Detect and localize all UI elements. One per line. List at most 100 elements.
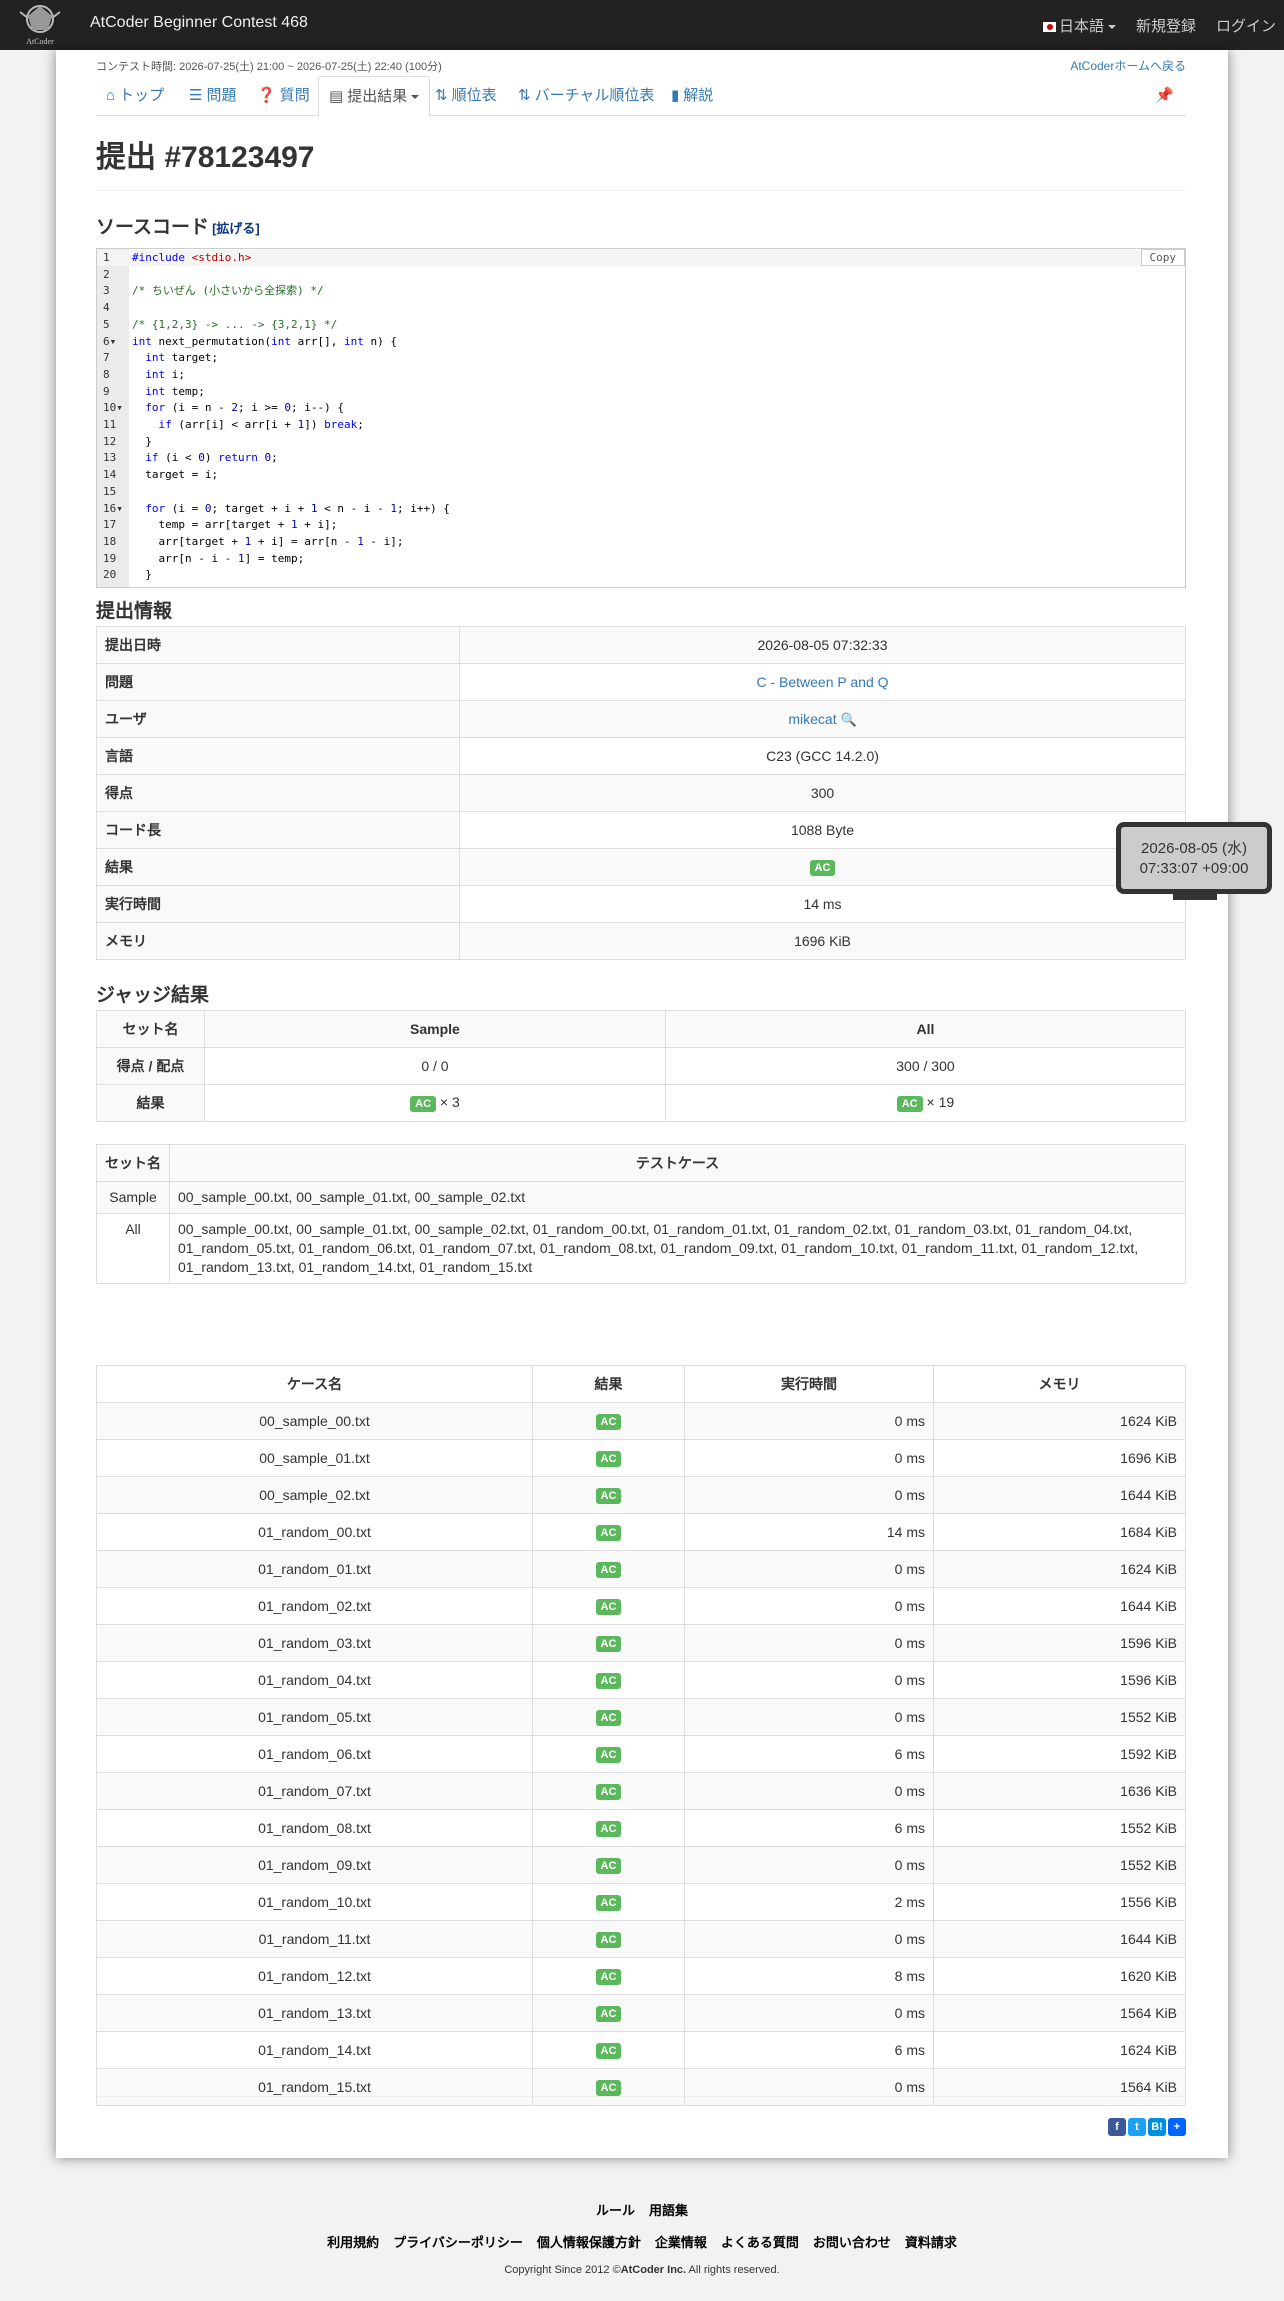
submission-info-table: 提出日時 2026-08-05 07:32:33 問題 C - Between P a… bbox=[96, 626, 1186, 960]
status-badge: AC bbox=[595, 1747, 622, 1763]
code-line: 19 arr[n - i - 1] = temp; bbox=[97, 551, 1185, 567]
case-name: 01_random_13.txt bbox=[96, 1994, 533, 2032]
case-name: 01_random_14.txt bbox=[96, 2031, 533, 2069]
table-row: 01_random_07.txt AC 0 ms 1636 KiB bbox=[96, 1772, 1186, 1810]
footer-link[interactable]: 資料請求 bbox=[905, 2235, 957, 2250]
footer-link[interactable]: 企業情報 bbox=[655, 2235, 707, 2250]
status-badge: AC bbox=[595, 1488, 622, 1504]
expand-link[interactable]: [拡げる] bbox=[212, 221, 260, 236]
code-line: 16▾ for (i = 0; target + i + 1 < n - i -… bbox=[97, 501, 1185, 517]
footer-link[interactable]: よくある質問 bbox=[721, 2235, 799, 2250]
source-code-editor[interactable]: 1 #include <stdio.h> 2 3 /* ちいぜん (小さいから全探索) … bbox=[96, 248, 1186, 588]
status-badge: AC bbox=[595, 2043, 622, 2059]
info-label: 提出日時 bbox=[96, 626, 460, 664]
case-memory: 1564 KiB bbox=[933, 2068, 1186, 2106]
status-badge: AC bbox=[595, 1821, 622, 1837]
facebook-icon[interactable]: f bbox=[1108, 2118, 1126, 2136]
contest-time: コンテスト時間: 2026-07-25(土) 21:00 ~ 2026-07-2… bbox=[96, 61, 442, 73]
code-text: if (arr[i] < arr[i + 1]) break; bbox=[158, 418, 364, 431]
footer-link[interactable]: お問い合わせ bbox=[813, 2235, 891, 2250]
code-line: 20 } bbox=[97, 567, 1185, 583]
logo-text: AtCoder bbox=[26, 37, 54, 46]
code-text: arr[n - i - 1] = temp; bbox=[132, 551, 305, 565]
status-badge: AC bbox=[595, 1525, 622, 1541]
case-name: 01_random_05.txt bbox=[96, 1698, 533, 1736]
case-name: 00_sample_00.txt bbox=[96, 1402, 533, 1440]
case-memory: 1552 KiB bbox=[933, 1846, 1186, 1884]
problem-link[interactable]: C - Between P and Q bbox=[756, 674, 888, 690]
case-name: 01_random_07.txt bbox=[96, 1772, 533, 1810]
footer-link[interactable]: 個人情報保護方針 bbox=[537, 2235, 641, 2250]
line-number: 19 bbox=[103, 551, 117, 565]
atcoder-home-link[interactable]: AtCoderホームへ戻る bbox=[1070, 57, 1186, 74]
status-badge: AC bbox=[595, 1673, 622, 1689]
code-line: 14 target = i; bbox=[97, 467, 1185, 483]
case-name: 01_random_08.txt bbox=[96, 1809, 533, 1847]
pin-icon[interactable]: 📌 bbox=[1155, 86, 1174, 104]
status-badge: AC bbox=[595, 1784, 622, 1800]
case-time: 0 ms bbox=[684, 1587, 934, 1625]
info-value: 14 ms bbox=[459, 885, 1186, 923]
copy-button[interactable]: Copy bbox=[1140, 249, 1185, 266]
status-badge: AC bbox=[595, 1858, 622, 1874]
info-value: C23 (GCC 14.2.0) bbox=[459, 737, 1186, 775]
tab-submissions[interactable]: ▤ 提出結果 bbox=[318, 76, 431, 117]
case-memory: 1644 KiB bbox=[933, 1920, 1186, 1958]
case-status: AC bbox=[532, 1735, 685, 1773]
header-case-name: ケース名 bbox=[96, 1365, 533, 1403]
case-status: AC bbox=[532, 1513, 685, 1551]
table-row: 01_random_13.txt AC 0 ms 1564 KiB bbox=[96, 1994, 1186, 2032]
book-icon: ▮ bbox=[671, 87, 680, 104]
twitter-icon[interactable]: t bbox=[1128, 2118, 1146, 2136]
case-status: AC bbox=[532, 1772, 685, 1810]
status-badge: AC bbox=[595, 2080, 622, 2096]
case-name: 01_random_11.txt bbox=[96, 1920, 533, 1958]
code-line: 12 } bbox=[97, 434, 1185, 450]
table-row: 提出日時 2026-08-05 07:32:33 bbox=[96, 626, 1186, 664]
atcoder-logo[interactable]: AtCoder bbox=[14, 2, 66, 48]
case-time: 0 ms bbox=[684, 1994, 934, 2032]
search-icon[interactable]: 🔍 bbox=[840, 712, 856, 727]
case-time: 0 ms bbox=[684, 1920, 934, 1958]
testcase-results-table: ケース名 結果 実行時間 メモリ 00_sample_00.txt AC 0 ms 1… bbox=[96, 1365, 1186, 2106]
code-text: int temp; bbox=[145, 384, 205, 398]
contest-brand-link[interactable]: AtCoder Beginner Contest 468 bbox=[90, 14, 308, 32]
tab-top[interactable]: ⌂ トップ bbox=[96, 76, 174, 116]
hatena-bookmark-icon[interactable]: B! bbox=[1148, 2118, 1166, 2136]
case-memory: 1596 KiB bbox=[933, 1661, 1186, 1699]
status-badge: AC bbox=[896, 1096, 923, 1112]
footer-link[interactable]: 用語集 bbox=[649, 2203, 688, 2218]
score-sample: 0 / 0 bbox=[204, 1047, 666, 1085]
code-text: /* {1,2,3} -> ... -> {3,2,1} */ bbox=[132, 317, 338, 331]
tab-editorial[interactable]: ▮ 解説 bbox=[661, 76, 723, 116]
code-text: } bbox=[132, 434, 152, 448]
user-link[interactable]: mikecat bbox=[788, 711, 836, 727]
status-badge: AC bbox=[595, 1562, 622, 1578]
case-time: 0 ms bbox=[684, 2068, 934, 2106]
tab-standings[interactable]: ⇅ 順位表 bbox=[425, 76, 507, 116]
code-line: 10▾ for (i = n - 2; i >= 0; i--) { bbox=[97, 400, 1185, 416]
line-number: 20 bbox=[103, 568, 117, 582]
set-files: 00_sample_00.txt, 00_sample_01.txt, 00_s… bbox=[169, 1181, 1186, 1214]
info-value: AC bbox=[459, 848, 1186, 886]
case-time: 0 ms bbox=[684, 1550, 934, 1588]
tab-tasks[interactable]: ☰ 問題 bbox=[179, 76, 246, 116]
case-memory: 1624 KiB bbox=[933, 1550, 1186, 1588]
footer-link[interactable]: ルール bbox=[596, 2203, 635, 2218]
sort-icon: ⇅ bbox=[518, 87, 531, 104]
case-time: 6 ms bbox=[684, 2031, 934, 2069]
set-files: 00_sample_00.txt, 00_sample_01.txt, 00_s… bbox=[169, 1213, 1186, 1284]
tab-virtual-standings[interactable]: ⇅ バーチャル順位表 bbox=[508, 76, 664, 116]
signup-link[interactable]: 新規登録 bbox=[1136, 15, 1196, 36]
share-plus-icon[interactable]: + bbox=[1168, 2118, 1186, 2136]
case-name: 01_random_06.txt bbox=[96, 1735, 533, 1773]
footer-link[interactable]: 利用規約 bbox=[327, 2235, 379, 2250]
table-row: 実行時間 14 ms bbox=[96, 885, 1186, 923]
tab-clarifications[interactable]: ❓ 質問 bbox=[247, 76, 320, 116]
footer-link[interactable]: プライバシーポリシー bbox=[393, 2235, 523, 2250]
table-row: 結果 AC bbox=[96, 848, 1186, 886]
line-number: 14 bbox=[103, 468, 117, 482]
header-testcases: テストケース bbox=[169, 1144, 1186, 1182]
language-dropdown[interactable]: 日本語 bbox=[1042, 15, 1116, 36]
login-link[interactable]: ログイン bbox=[1216, 15, 1276, 36]
